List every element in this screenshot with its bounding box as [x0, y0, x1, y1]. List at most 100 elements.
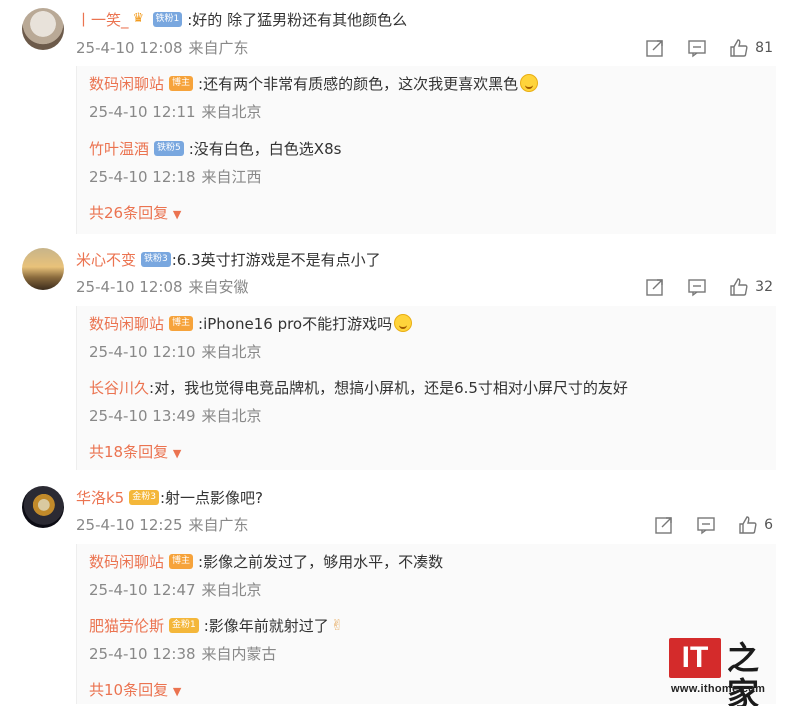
crown-icon: ♛: [132, 11, 145, 26]
smile-icon: [394, 314, 413, 332]
logo-it-mark: IT: [669, 638, 721, 678]
fan-badge[interactable]: 铁粉3: [141, 251, 171, 267]
comment-username[interactable]: 丨一笑_: [76, 9, 129, 30]
comment-username[interactable]: 华洛k5: [76, 487, 124, 508]
more-replies-link[interactable]: 共10条回复 ▼: [89, 679, 181, 701]
comment-line: 米心不变 铁粉3 :6.3英寸打游戏是不是有点小了: [76, 248, 381, 270]
reply-username[interactable]: 数码闲聊站: [89, 73, 164, 94]
reply-date: 25-4-10 12:38: [89, 645, 196, 663]
reply-item: 数码闲聊站 博主 :影像之前发过了，够用水平，不凑数 25-4-10 12:47…: [89, 550, 769, 610]
comment-meta: 25-4-10 12:08 来自安徽: [76, 276, 249, 298]
reply-line: 数码闲聊站 博主 :影像之前发过了，够用水平，不凑数: [89, 550, 443, 572]
gold-fan-badge[interactable]: 金粉1: [169, 617, 199, 633]
comment-icon[interactable]: [696, 515, 716, 535]
reply-item: 数码闲聊站 博主 :iPhone16 pro不能打游戏吗 25-4-10 12:…: [89, 312, 769, 372]
reply-list: 数码闲聊站 博主 :iPhone16 pro不能打游戏吗 25-4-10 12:…: [76, 306, 776, 470]
comment-actions: 81: [623, 37, 773, 59]
reply-location: 来自内蒙古: [201, 645, 277, 663]
reply-line: 数码闲聊站 博主 :iPhone16 pro不能打游戏吗: [89, 312, 413, 334]
reply-username[interactable]: 竹叶温酒: [89, 138, 149, 159]
caret-down-icon: ▼: [172, 208, 182, 221]
reply-item: 竹叶温酒 铁粉5 :没有白色，白色选X8s 25-4-10 12:18 来自江西: [89, 137, 769, 197]
reply-location: 来自北京: [201, 407, 262, 425]
comment-text: :好的 除了猛男粉还有其他颜色么: [187, 10, 408, 29]
reply-meta: 25-4-10 12:11 来自北京: [89, 101, 262, 123]
like-icon[interactable]: [738, 515, 758, 535]
comment-date: 25-4-10 12:25: [76, 516, 183, 534]
reply-line: 数码闲聊站 博主 :还有两个非常有质感的颜色，这次我更喜欢黑色: [89, 72, 539, 94]
reply-meta: 25-4-10 12:10 来自北京: [89, 341, 262, 363]
comment-item: 米心不变 铁粉3 :6.3英寸打游戏是不是有点小了 25-4-10 12:08 来…: [0, 240, 791, 476]
reply-date: 25-4-10 12:47: [89, 581, 196, 599]
comment-location: 来自安徽: [188, 278, 249, 296]
avatar[interactable]: [22, 8, 64, 50]
caret-down-icon: ▼: [172, 685, 182, 698]
victory-hand-icon: ✌: [330, 616, 344, 634]
reply-username[interactable]: 数码闲聊站: [89, 551, 164, 572]
comment-meta: 25-4-10 12:08 来自广东: [76, 37, 249, 59]
like-count: 6: [764, 517, 773, 533]
share-icon[interactable]: [645, 38, 665, 58]
reply-username[interactable]: 数码闲聊站: [89, 313, 164, 334]
more-replies-link[interactable]: 共26条回复 ▼: [89, 202, 181, 224]
comment-text: :6.3英寸打游戏是不是有点小了: [171, 250, 381, 269]
comment-item: 丨一笑_ ♛ 铁粉1 :好的 除了猛男粉还有其他颜色么 25-4-10 12:0…: [0, 0, 791, 236]
like-count: 81: [755, 40, 773, 56]
reply-item: 数码闲聊站 博主 :还有两个非常有质感的颜色，这次我更喜欢黑色 25-4-10 …: [89, 72, 769, 132]
reply-location: 来自江西: [201, 168, 262, 186]
comment-icon[interactable]: [687, 277, 707, 297]
avatar[interactable]: [22, 248, 64, 290]
comment-date: 25-4-10 12:08: [76, 39, 183, 57]
gold-fan-badge[interactable]: 金粉3: [129, 489, 159, 505]
logo-url: www.ithome.com: [671, 683, 766, 695]
fan-badge[interactable]: 铁粉5: [154, 140, 184, 156]
comment-icon[interactable]: [687, 38, 707, 58]
reply-location: 来自北京: [201, 581, 262, 599]
reply-meta: 25-4-10 12:18 来自江西: [89, 166, 262, 188]
caret-down-icon: ▼: [172, 447, 182, 460]
host-badge: 博主: [169, 315, 194, 331]
comment-location: 来自广东: [188, 516, 249, 534]
reply-text: :对，我也觉得电竞品牌机，想搞小屏机，还是6.5寸相对小屏尺寸的友好: [149, 378, 628, 397]
comment-actions: 6: [632, 514, 773, 536]
reply-text: :还有两个非常有质感的颜色，这次我更喜欢黑色: [198, 74, 519, 93]
logo-zh-text: 之家: [727, 639, 760, 706]
reply-date: 25-4-10 12:11: [89, 103, 196, 121]
reply-username[interactable]: 肥猫劳伦斯: [89, 615, 164, 636]
comment-location: 来自广东: [188, 39, 249, 57]
comment-line: 丨一笑_ ♛ 铁粉1 :好的 除了猛男粉还有其他颜色么: [76, 8, 407, 30]
reply-meta: 25-4-10 12:47 来自北京: [89, 579, 262, 601]
reply-list: 数码闲聊站 博主 :还有两个非常有质感的颜色，这次我更喜欢黑色 25-4-10 …: [76, 66, 776, 234]
reply-username[interactable]: 长谷川久: [89, 377, 149, 398]
reply-date: 25-4-10 13:49: [89, 407, 196, 425]
reply-meta: 25-4-10 13:49 来自北京: [89, 405, 262, 427]
comment-line: 华洛k5 金粉3 :射一点影像吧?: [76, 486, 263, 508]
comment-text: :射一点影像吧?: [159, 488, 263, 507]
reply-text: :没有白色，白色选X8s: [188, 139, 342, 158]
smile-icon: [520, 74, 539, 92]
share-icon[interactable]: [654, 515, 674, 535]
comment-username[interactable]: 米心不变: [76, 249, 136, 270]
reply-item: 长谷川久 :对，我也觉得电竞品牌机，想搞小屏机，还是6.5寸相对小屏尺寸的友好 …: [89, 376, 769, 436]
fan-badge[interactable]: 铁粉1: [152, 11, 183, 27]
comment-meta: 25-4-10 12:25 来自广东: [76, 514, 249, 536]
like-icon[interactable]: [729, 38, 749, 58]
reply-text: :iPhone16 pro不能打游戏吗: [198, 314, 393, 333]
reply-date: 25-4-10 12:18: [89, 168, 196, 186]
reply-line: 长谷川久 :对，我也觉得电竞品牌机，想搞小屏机，还是6.5寸相对小屏尺寸的友好: [89, 376, 628, 398]
more-replies-label: 共10条回复: [89, 681, 169, 699]
more-replies-link[interactable]: 共18条回复 ▼: [89, 441, 181, 463]
more-replies-label: 共18条回复: [89, 443, 169, 461]
comment-date: 25-4-10 12:08: [76, 278, 183, 296]
reply-line: 竹叶温酒 铁粉5 :没有白色，白色选X8s: [89, 137, 341, 159]
like-icon[interactable]: [729, 277, 749, 297]
reply-line: 肥猫劳伦斯 金粉1 :影像年前就射过了 ✌: [89, 614, 343, 636]
reply-location: 来自北京: [201, 103, 262, 121]
reply-location: 来自北京: [201, 343, 262, 361]
avatar[interactable]: [22, 486, 64, 528]
reply-date: 25-4-10 12:10: [89, 343, 196, 361]
like-count: 32: [755, 279, 773, 295]
reply-text: :影像之前发过了，够用水平，不凑数: [198, 552, 444, 571]
share-icon[interactable]: [645, 277, 665, 297]
ithome-watermark-logo: IT 之家 www.ithome.com: [669, 638, 781, 706]
